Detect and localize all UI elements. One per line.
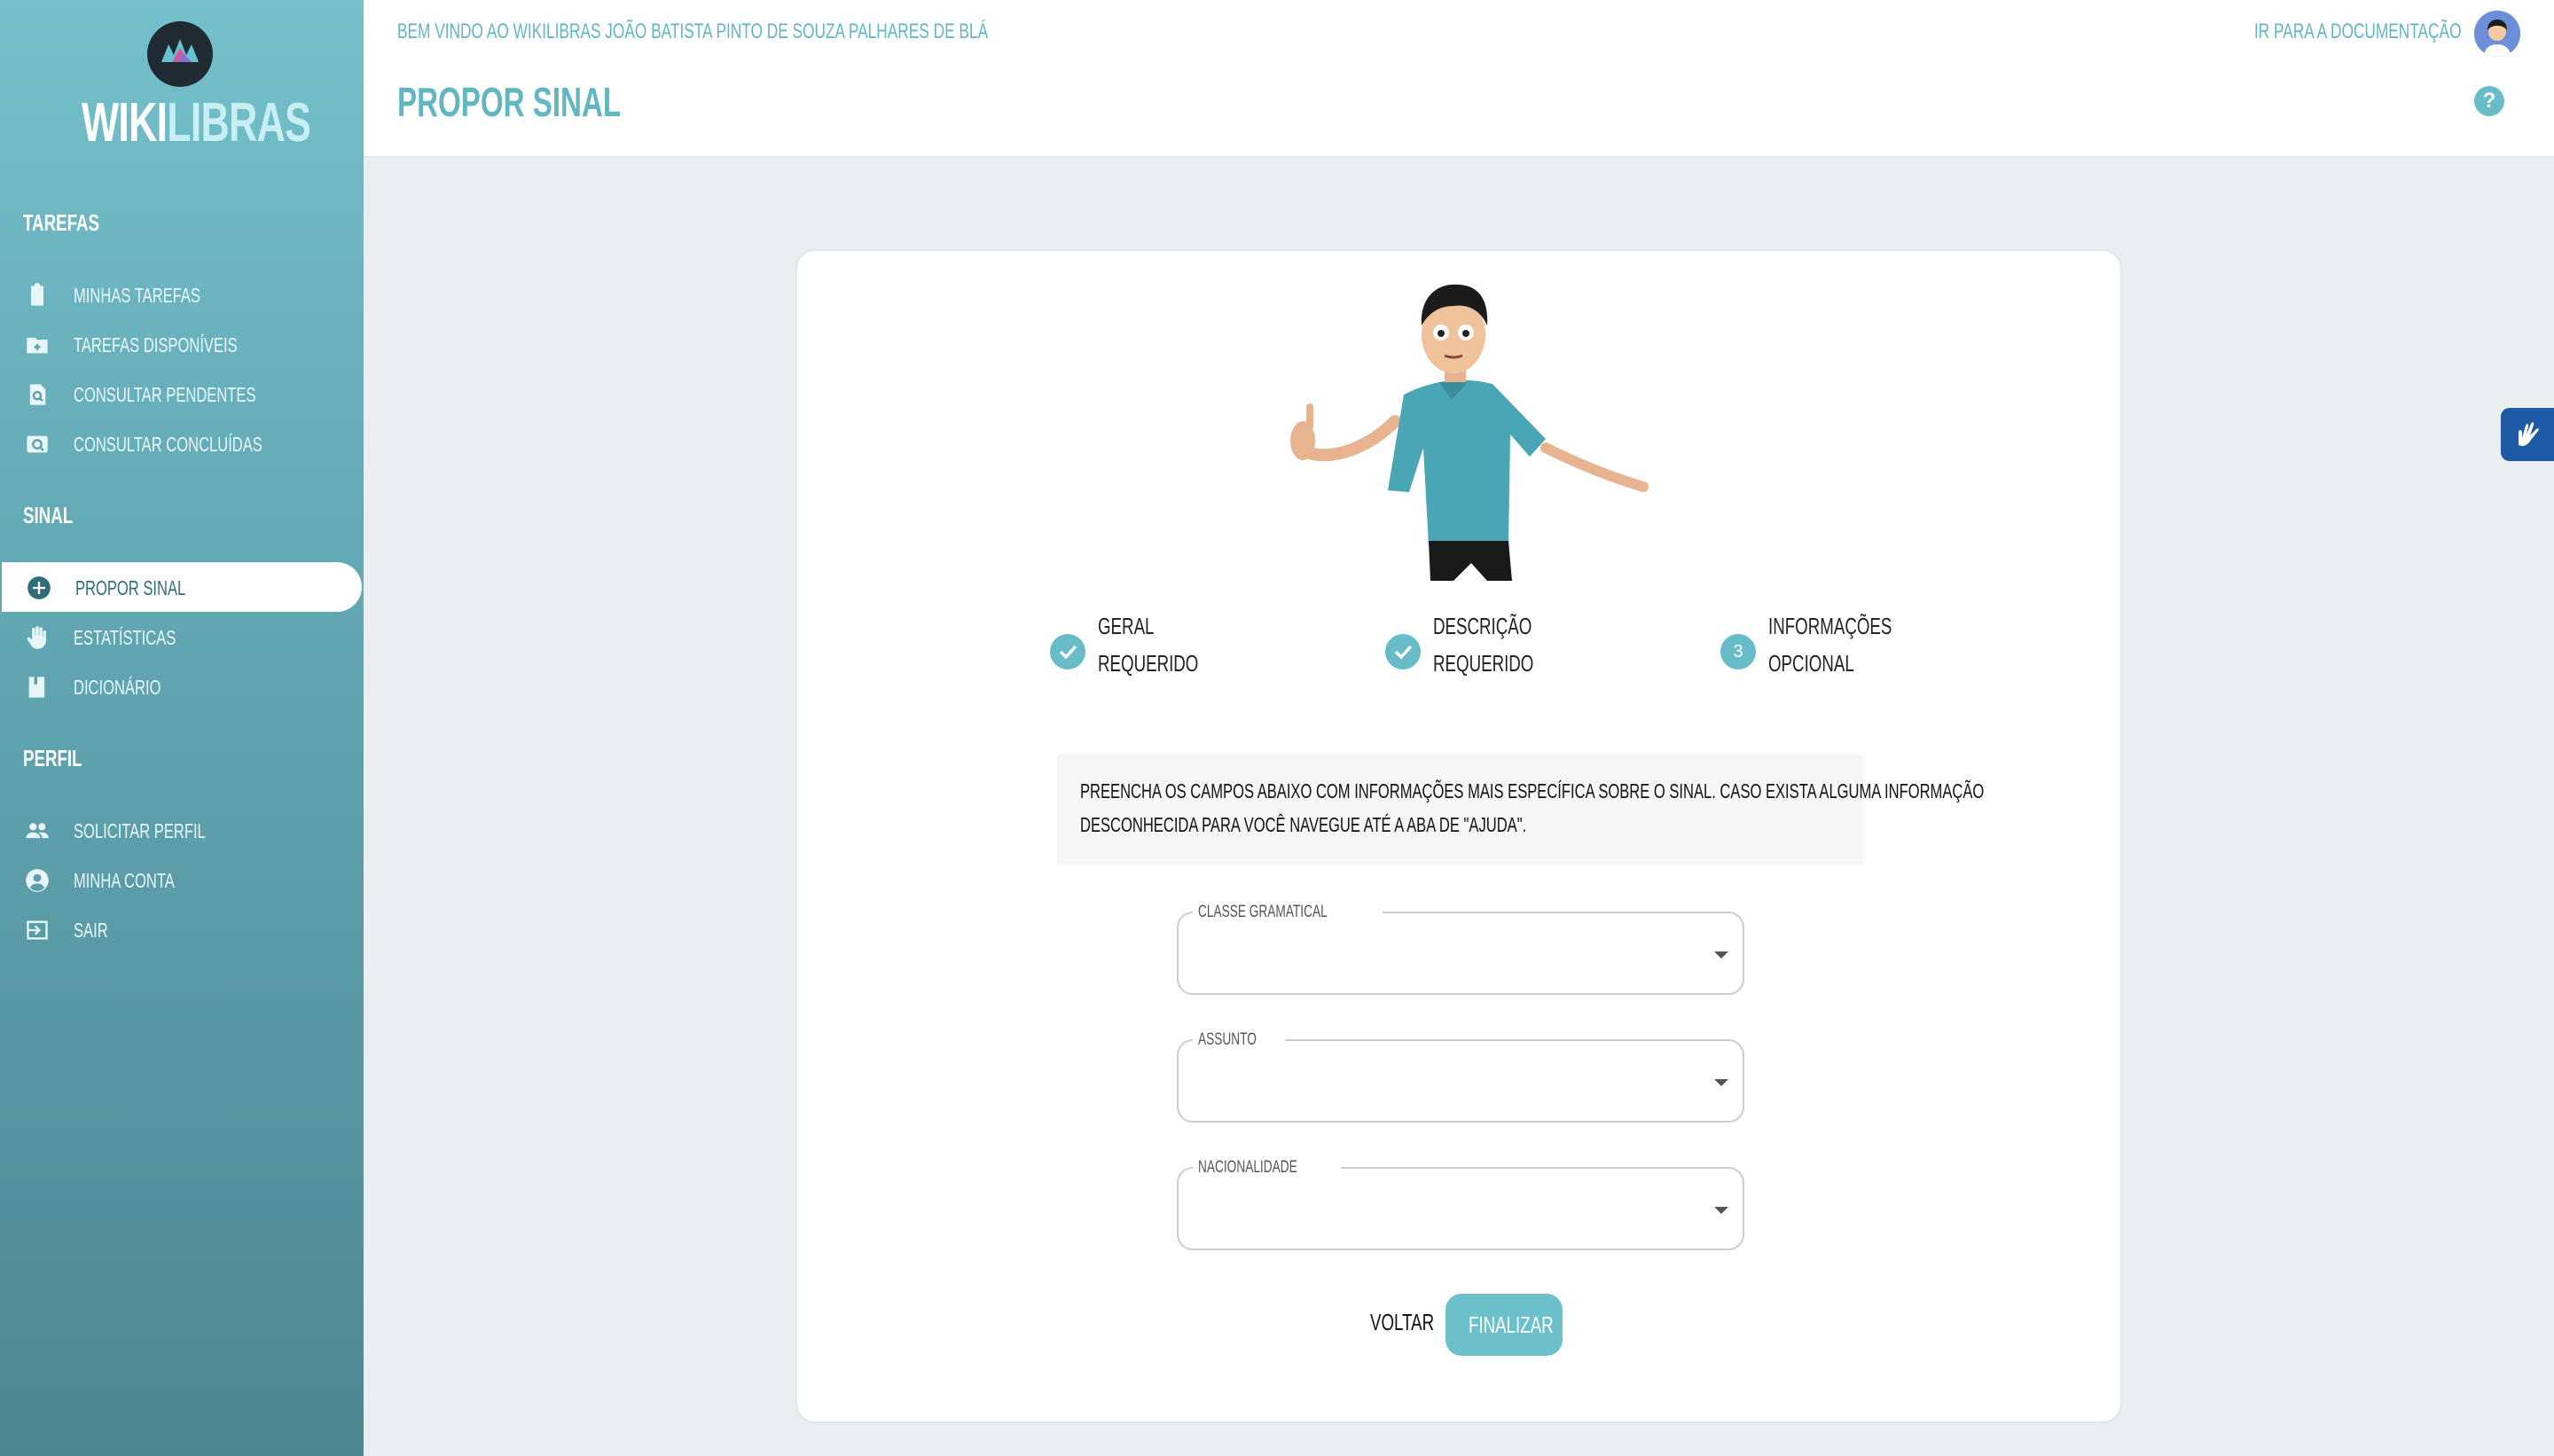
sidebar-item-solicitar-perfil[interactable]: SOLICITAR PERFIL (0, 805, 362, 855)
step-name: GERAL (1098, 613, 1155, 639)
sidebar-item-consultar-pendentes[interactable]: CONSULTAR PENDENTES (0, 369, 362, 419)
nacionalidade-select[interactable]: NACIONALIDADE (1177, 1158, 1744, 1250)
account-circle-icon (26, 869, 49, 892)
logout-icon (27, 920, 48, 940)
sidebar-item-label: ESTATÍSTICAS (74, 626, 176, 649)
sidebar-item-minhas-tarefas[interactable]: MINHAS TAREFAS (0, 270, 362, 319)
libras-accessibility-button[interactable] (2501, 408, 2554, 461)
field-label: ASSUNTO (1193, 1030, 1285, 1050)
logo-wordmark: WIKILIBRAS (82, 92, 400, 154)
logo-accent: LIBRAS (167, 92, 311, 153)
assunto-select[interactable]: ASSUNTO (1177, 1030, 1744, 1123)
check-icon (1385, 634, 1421, 669)
sign-hands-icon (2519, 422, 2539, 446)
propor-sinal-card: GERAL REQUERIDO DESCRIÇÃO REQUERIDO 3 IN… (795, 249, 2122, 1423)
avatar[interactable] (2474, 11, 2520, 57)
plus-circle-icon (27, 576, 51, 599)
sidebar-item-label: DICIONÁRIO (74, 676, 161, 699)
sidebar-item-label: CONSULTAR CONCLUÍDAS (74, 433, 262, 456)
step-status: OPCIONAL (1768, 650, 1854, 677)
help-icon[interactable]: ? (2474, 86, 2504, 116)
field-label: CLASSE GRAMATICAL (1193, 903, 1383, 922)
section-title-sinal: SINAL (23, 502, 74, 528)
dropdown-arrow-icon (1714, 1207, 1728, 1214)
sidebar-item-label: MINHAS TAREFAS (74, 284, 200, 307)
instructions-box: PREENCHA OS CAMPOS ABAIXO COM INFORMAÇÕE… (1057, 755, 1984, 865)
logo-emblem (147, 21, 213, 87)
step-status: REQUERIDO (1098, 650, 1199, 677)
sidebar-item-minha-conta[interactable]: MINHA CONTA (0, 855, 362, 904)
step-number: 3 (1720, 634, 1756, 669)
sidebar-item-label: TAREFAS DISPONÍVEIS (74, 333, 238, 356)
people-icon (26, 823, 49, 839)
step-name: DESCRIÇÃO (1433, 613, 1532, 639)
finish-button[interactable]: FINALIZAR (1445, 1294, 1563, 1356)
mascot-illustration (1290, 284, 1649, 581)
sidebar-item-tarefas-disponiveis[interactable]: TAREFAS DISPONÍVEIS (0, 319, 362, 369)
sidebar-item-consultar-concluidas[interactable]: CONSULTAR CONCLUÍDAS (0, 419, 362, 468)
sidebar-item-label: MINHA CONTA (74, 869, 175, 892)
search-doc-icon (29, 384, 46, 405)
step-status: REQUERIDO (1433, 650, 1534, 677)
welcome-message: BEM VINDO AO WIKILIBRAS JOÃO BATISTA PIN… (397, 20, 989, 43)
section-title-perfil: PERFIL (23, 745, 82, 771)
sidebar-item-propor-sinal[interactable]: PROPOR SINAL (2, 562, 362, 612)
check-icon (1050, 634, 1085, 669)
sidebar-item-label: SAIR (74, 919, 108, 942)
instructions-line: PREENCHA OS CAMPOS ABAIXO COM INFORMAÇÕE… (1080, 779, 1985, 802)
sidebar-item-label: PROPOR SINAL (75, 576, 186, 599)
page-title: PROPOR SINAL (397, 79, 622, 125)
logo-main: WIKI (82, 92, 168, 153)
sidebar-item-sair[interactable]: SAIR (0, 904, 362, 954)
hand-icon (27, 626, 46, 649)
book-icon (28, 677, 45, 698)
top-header: BEM VINDO AO WIKILIBRAS JOÃO BATISTA PIN… (364, 0, 2554, 158)
field-label: NACIONALIDADE (1193, 1158, 1342, 1178)
section-title-tarefas: TAREFAS (23, 209, 99, 236)
sidebar-item-dicionario[interactable]: DICIONÁRIO (0, 661, 362, 711)
dropdown-arrow-icon (1714, 951, 1728, 959)
instructions-line: DESCONHECIDA PARA VOCÊ NAVEGUE ATÉ A ABA… (1080, 813, 1527, 836)
step-name: INFORMAÇÕES (1768, 613, 1892, 639)
dropdown-arrow-icon (1714, 1079, 1728, 1086)
folder-plus-icon (27, 337, 48, 354)
documentation-link[interactable]: IR PARA A DOCUMENTAÇÃO (2174, 20, 2462, 44)
sidebar: WIKILIBRAS TAREFAS MINHAS TAREFAS TAREFA… (0, 0, 364, 1456)
sidebar-item-label: SOLICITAR PERFIL (74, 819, 206, 842)
classe-gramatical-select[interactable]: CLASSE GRAMATICAL (1177, 903, 1744, 995)
clipboard-icon (31, 283, 43, 306)
sidebar-item-estatisticas[interactable]: ESTATÍSTICAS (0, 612, 362, 661)
search-photo-icon (27, 435, 48, 453)
sidebar-item-label: CONSULTAR PENDENTES (74, 383, 256, 406)
